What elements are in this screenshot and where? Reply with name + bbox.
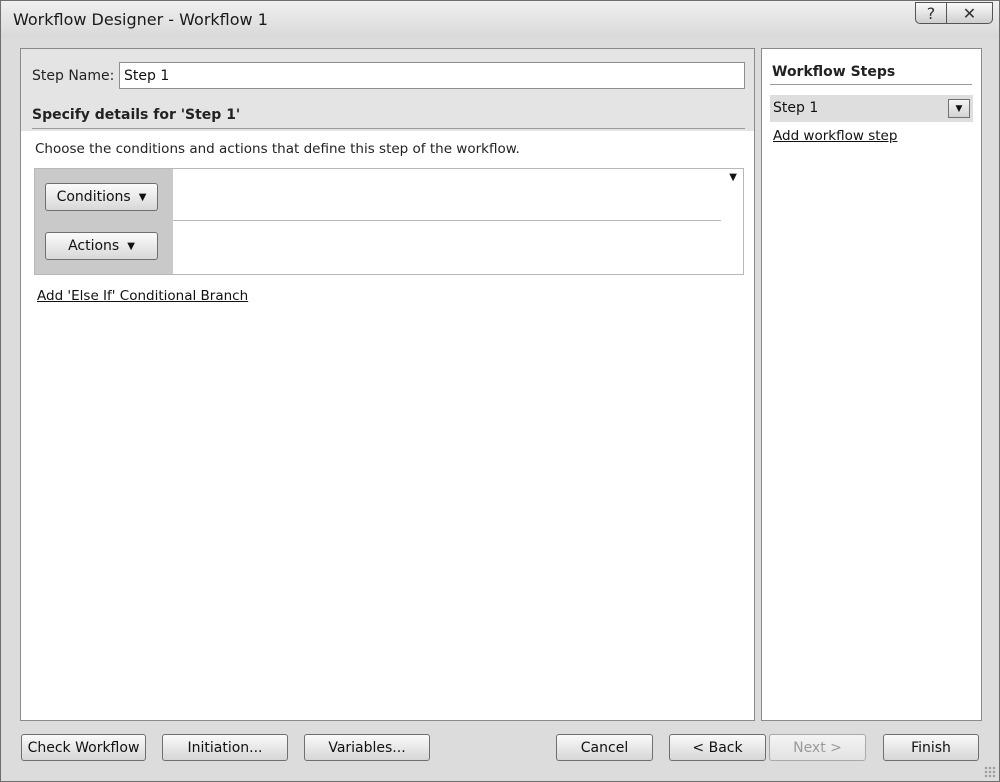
- conditions-button[interactable]: Conditions ▼: [45, 183, 158, 211]
- window-title: Workflow Designer - Workflow 1: [13, 10, 268, 29]
- finish-button[interactable]: Finish: [883, 734, 979, 761]
- initiation-button[interactable]: Initiation...: [162, 734, 288, 761]
- close-icon: ✕: [962, 3, 977, 23]
- workflow-step-item[interactable]: Step 1 ▼: [770, 95, 973, 122]
- actions-label: Actions: [68, 238, 120, 254]
- check-workflow-button[interactable]: Check Workflow: [21, 734, 146, 761]
- divider: [173, 220, 721, 221]
- divider: [32, 128, 745, 129]
- step-details-pane: Step Name: Specify details for 'Step 1' …: [20, 48, 755, 721]
- resize-grip-icon[interactable]: [984, 766, 996, 778]
- step-dropdown-button[interactable]: ▼: [948, 99, 970, 118]
- divider: [770, 84, 972, 85]
- step-header: Step Name: Specify details for 'Step 1': [21, 49, 754, 131]
- add-workflow-step-link[interactable]: Add workflow step: [773, 128, 897, 144]
- caret-down-icon: ▼: [127, 240, 135, 252]
- actions-button[interactable]: Actions ▼: [45, 232, 158, 260]
- next-button[interactable]: Next >: [769, 734, 866, 761]
- back-button[interactable]: < Back: [669, 734, 766, 761]
- caret-down-icon: ▼: [138, 191, 147, 203]
- details-heading: Specify details for 'Step 1': [32, 107, 241, 123]
- caret-down-icon: ▼: [955, 103, 963, 114]
- conditions-label: Conditions: [56, 189, 131, 205]
- step-conditions-actions-box: Conditions ▼ Actions ▼ ▼: [34, 168, 744, 275]
- title-bar-buttons: ? ✕: [915, 2, 993, 24]
- workflow-designer-window: Workflow Designer - Workflow 1 ? ✕ Step …: [0, 0, 1000, 782]
- step-menu-caret-icon[interactable]: ▼: [729, 172, 737, 183]
- help-icon: ?: [926, 3, 936, 23]
- add-else-if-branch-link[interactable]: Add 'Else If' Conditional Branch: [37, 288, 248, 304]
- workflow-steps-heading: Workflow Steps: [772, 64, 896, 80]
- instructions-text: Choose the conditions and actions that d…: [35, 141, 520, 157]
- close-button[interactable]: ✕: [947, 2, 993, 24]
- variables-button[interactable]: Variables...: [304, 734, 430, 761]
- cancel-button[interactable]: Cancel: [556, 734, 653, 761]
- help-button[interactable]: ?: [915, 2, 947, 24]
- workflow-step-label: Step 1: [773, 100, 819, 116]
- step-button-column: Conditions ▼ Actions ▼: [35, 169, 173, 274]
- title-bar: Workflow Designer - Workflow 1 ? ✕: [1, 1, 999, 37]
- workflow-steps-pane: Workflow Steps Step 1 ▼ Add workflow ste…: [761, 48, 982, 721]
- step-name-label: Step Name:: [32, 68, 115, 84]
- step-name-input[interactable]: [119, 62, 745, 89]
